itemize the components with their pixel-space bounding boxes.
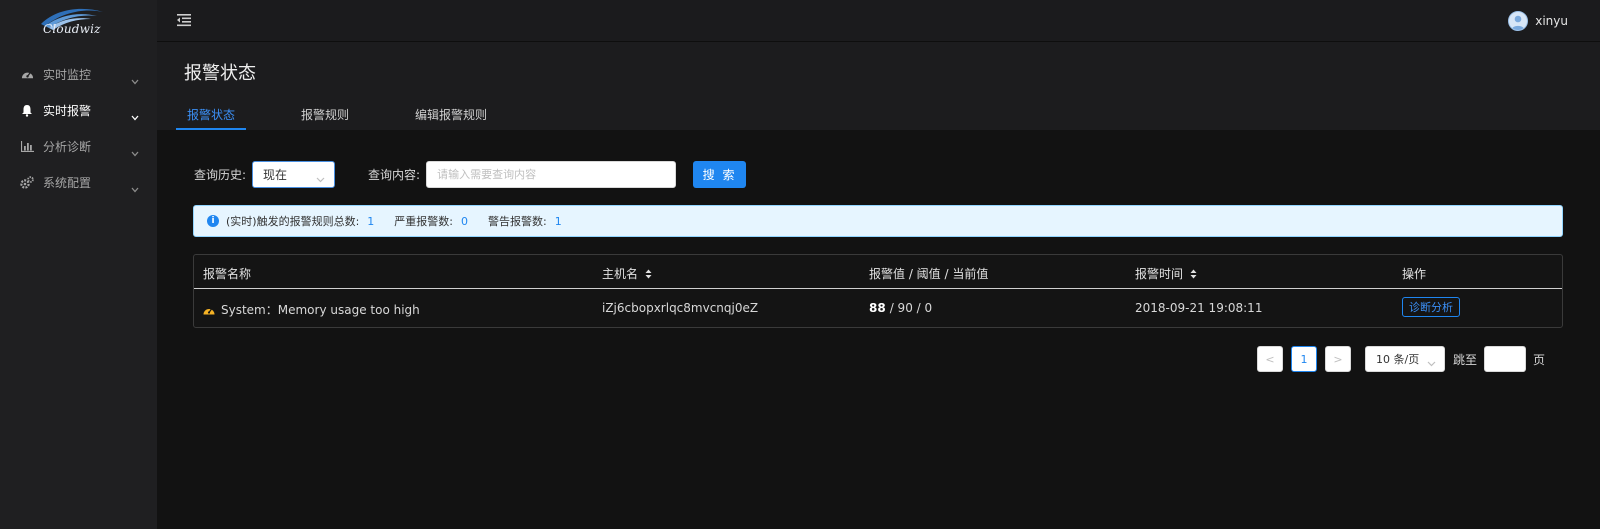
table-header: 报警名称 主机名 报警值 / 阈值 / 当前值 报警时间 操作 <box>194 255 1562 289</box>
page-title: 报警状态 <box>184 63 256 84</box>
chevron-down-icon <box>131 70 139 89</box>
warning-stat: 警告报警数: 1 <box>488 213 562 229</box>
query-label: 查询内容: <box>368 167 421 182</box>
history-label: 查询历史: <box>194 167 247 182</box>
menu-fold-icon[interactable] <box>176 12 192 28</box>
threshold-current: / 90 / 0 <box>889 301 933 315</box>
warning-value: 1 <box>554 214 562 228</box>
column-header-time[interactable]: 报警时间 <box>1135 265 1197 282</box>
tab-alarm-rules[interactable]: 报警规则 <box>290 100 360 130</box>
column-header-values: 报警值 / 阈值 / 当前值 <box>869 267 989 281</box>
page-header: 报警状态 报警状态 报警规则 编辑报警规则 <box>157 42 1600 130</box>
tab-alarm-status[interactable]: 报警状态 <box>176 100 247 130</box>
sidebar-nav: 实时监控 实时报警 分析诊断 系统配置 <box>0 56 157 200</box>
bell-icon <box>20 103 34 117</box>
sort-icon[interactable] <box>1190 269 1197 279</box>
chevron-down-icon <box>131 178 139 197</box>
sidebar-item-label: 实时监控 <box>43 67 92 82</box>
sidebar-item-label: 系统配置 <box>43 175 92 190</box>
sidebar-item-label: 实时报警 <box>43 103 92 118</box>
column-header-name: 报警名称 <box>203 267 252 281</box>
total-rules-stat: (实时)触发的报警规则总数: 1 <box>226 213 374 229</box>
alarm-name: System：Memory usage too high <box>221 303 420 317</box>
summary-alert: i (实时)触发的报警规则总数: 1 严重报警数: 0 警告报警数: 1 <box>193 205 1563 237</box>
total-rules-value: 1 <box>367 214 375 228</box>
page-size-value: 10 条/页 <box>1376 353 1420 366</box>
bar-chart-icon <box>20 139 34 153</box>
chevron-down-icon <box>131 106 139 125</box>
warning-label: 警告报警数: <box>488 215 547 228</box>
sidebar-item-system-config[interactable]: 系统配置 <box>0 164 157 200</box>
table-row: System：Memory usage too high iZj6cbopxrl… <box>194 289 1562 327</box>
gears-icon <box>20 175 34 189</box>
alarm-value: 88 <box>869 301 886 315</box>
values-cell: 88 / 90 / 0 <box>869 301 932 315</box>
diagnose-button[interactable]: 诊断分析 <box>1402 297 1460 317</box>
sidebar-item-realtime-alarm[interactable]: 实时报警 <box>0 92 157 128</box>
critical-label: 严重报警数: <box>394 215 454 228</box>
top-bar: xinyu <box>157 0 1600 42</box>
main-content: 查询历史: 现在 查询内容: 搜 索 i (实时)触发的报警规则总数: 1 严重… <box>157 130 1600 529</box>
tab-edit-alarm-rules[interactable]: 编辑报警规则 <box>404 100 498 130</box>
chevron-down-icon <box>316 172 325 186</box>
host-cell: iZj6cbopxrlqc8mvcnqj0eZ <box>602 301 759 315</box>
logo-text: Cloudwiz <box>43 22 101 36</box>
username: xinyu <box>1535 14 1568 28</box>
critical-stat: 严重报警数: 0 <box>394 213 468 229</box>
sidebar-item-realtime-monitor[interactable]: 实时监控 <box>0 56 157 92</box>
user-menu[interactable]: xinyu <box>1508 10 1568 32</box>
total-rules-label: (实时)触发的报警规则总数: <box>226 215 360 228</box>
chevron-down-icon <box>131 142 139 161</box>
next-page-button[interactable]: > <box>1325 346 1351 372</box>
warning-gauge-icon <box>203 305 215 315</box>
tab-bar: 报警状态 报警规则 编辑报警规则 <box>176 100 498 130</box>
page-size-select[interactable]: 10 条/页 <box>1365 346 1445 372</box>
sidebar-item-analysis[interactable]: 分析诊断 <box>0 128 157 164</box>
avatar <box>1508 11 1529 31</box>
alarm-name-cell: System：Memory usage too high <box>203 301 420 318</box>
search-button[interactable]: 搜 索 <box>693 160 747 188</box>
prev-page-button[interactable]: < <box>1257 346 1283 372</box>
dashboard-icon <box>20 67 34 81</box>
history-select[interactable]: 现在 <box>252 160 336 188</box>
cloudwiz-logo[interactable]: Cloudwiz <box>35 4 115 40</box>
filter-row: 查询历史: 现在 查询内容: 搜 索 <box>194 160 747 188</box>
user-icon <box>1511 15 1525 30</box>
sort-icon[interactable] <box>645 269 652 279</box>
chevron-down-icon <box>1427 357 1436 370</box>
query-input[interactable] <box>426 160 677 188</box>
pagination: < 1 > 10 条/页 跳至 页 <box>1257 346 1545 372</box>
sidebar-item-label: 分析诊断 <box>43 139 92 154</box>
history-select-value: 现在 <box>263 167 288 182</box>
alarm-table: 报警名称 主机名 报警值 / 阈值 / 当前值 报警时间 操作 System：M… <box>193 254 1563 328</box>
jump-page-input[interactable] <box>1484 346 1527 372</box>
column-header-action: 操作 <box>1402 267 1427 281</box>
app-root: Cloudwiz 实时监控 实时报警 分析诊断 系统配置 xinyu 报警状态 … <box>0 0 1600 529</box>
jump-label: 跳至 <box>1453 352 1478 367</box>
column-header-host[interactable]: 主机名 <box>602 265 652 282</box>
sidebar: Cloudwiz 实时监控 实时报警 分析诊断 系统配置 <box>0 0 157 529</box>
time-cell: 2018-09-21 19:08:11 <box>1135 301 1263 315</box>
page-suffix: 页 <box>1533 352 1546 367</box>
critical-value: 0 <box>461 214 469 228</box>
page-1-button[interactable]: 1 <box>1291 346 1317 372</box>
info-icon: i <box>207 215 219 227</box>
